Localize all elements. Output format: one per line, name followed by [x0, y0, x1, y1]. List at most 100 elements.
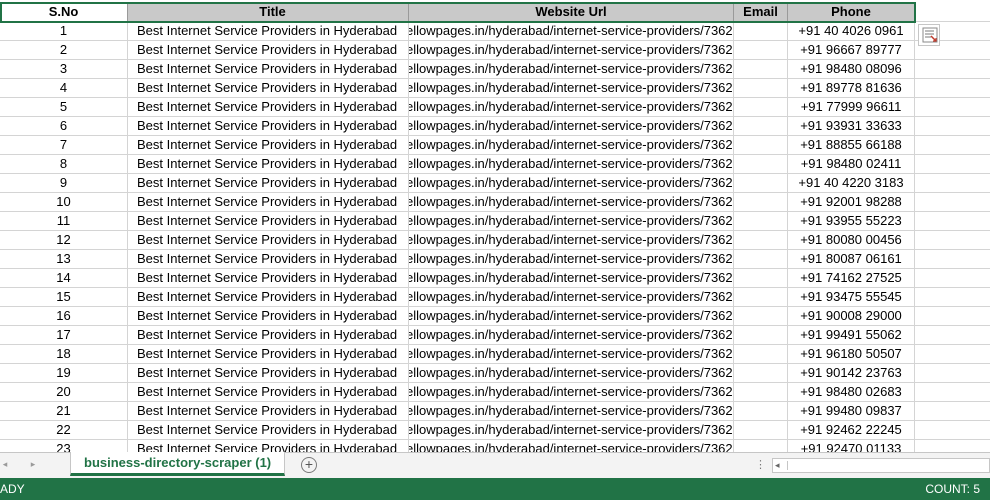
cell-email[interactable]	[734, 288, 788, 307]
cell-email[interactable]	[734, 307, 788, 326]
header-sno[interactable]: S.No	[0, 3, 128, 22]
cell-title[interactable]: Best Internet Service Providers in Hyder…	[128, 79, 409, 98]
cell-empty[interactable]	[915, 421, 990, 440]
table-row[interactable]: 4 Best Internet Service Providers in Hyde…	[0, 79, 990, 98]
table-row[interactable]: 22 Best Internet Service Providers in Hyd…	[0, 421, 990, 440]
cell-phone[interactable]: +91 80087 06161	[788, 250, 915, 269]
cell-email[interactable]	[734, 155, 788, 174]
cell-empty[interactable]	[915, 79, 990, 98]
cell-url[interactable]: ellowpages.in/hyderabad/internet-service…	[409, 269, 734, 288]
cell-email[interactable]	[734, 326, 788, 345]
cell-title[interactable]: Best Internet Service Providers in Hyder…	[128, 98, 409, 117]
scrollbar-thumb[interactable]	[787, 461, 987, 470]
cell-email[interactable]	[734, 174, 788, 193]
cell-phone[interactable]: +91 92470 01133	[788, 440, 915, 452]
table-row[interactable]: 2 Best Internet Service Providers in Hyde…	[0, 41, 990, 60]
cell-title[interactable]: Best Internet Service Providers in Hyder…	[128, 41, 409, 60]
cell-sno[interactable]: 18	[0, 345, 128, 364]
cell-title[interactable]: Best Internet Service Providers in Hyder…	[128, 440, 409, 452]
header-row[interactable]: S.No Title Website Url Email Phone	[0, 3, 990, 22]
table-row[interactable]: 16 Best Internet Service Providers in Hyd…	[0, 307, 990, 326]
table-row[interactable]: 12 Best Internet Service Providers in Hyd…	[0, 231, 990, 250]
cell-email[interactable]	[734, 79, 788, 98]
table-row[interactable]: 10 Best Internet Service Providers in Hyd…	[0, 193, 990, 212]
cell-title[interactable]: Best Internet Service Providers in Hyder…	[128, 136, 409, 155]
cell-empty[interactable]	[915, 383, 990, 402]
cell-sno[interactable]: 20	[0, 383, 128, 402]
cell-sno[interactable]: 7	[0, 136, 128, 155]
table-row[interactable]: 13 Best Internet Service Providers in Hyd…	[0, 250, 990, 269]
cell-email[interactable]	[734, 22, 788, 41]
cell-url[interactable]: ellowpages.in/hyderabad/internet-service…	[409, 22, 734, 41]
cell-url[interactable]: ellowpages.in/hyderabad/internet-service…	[409, 383, 734, 402]
cell-email[interactable]	[734, 269, 788, 288]
cell-email[interactable]	[734, 98, 788, 117]
cell-sno[interactable]: 1	[0, 22, 128, 41]
cell-email[interactable]	[734, 193, 788, 212]
cell-empty[interactable]	[915, 231, 990, 250]
cell-url[interactable]: ellowpages.in/hyderabad/internet-service…	[409, 326, 734, 345]
cell-email[interactable]	[734, 250, 788, 269]
cell-url[interactable]: ellowpages.in/hyderabad/internet-service…	[409, 307, 734, 326]
cell-empty[interactable]	[915, 326, 990, 345]
table-row[interactable]: 3 Best Internet Service Providers in Hyde…	[0, 60, 990, 79]
cell-sno[interactable]: 13	[0, 250, 128, 269]
cell-email[interactable]	[734, 440, 788, 452]
quick-analysis-icon[interactable]	[918, 24, 940, 46]
cell-empty[interactable]	[915, 117, 990, 136]
cell-email[interactable]	[734, 212, 788, 231]
header-url[interactable]: Website Url	[409, 3, 734, 22]
cell-email[interactable]	[734, 383, 788, 402]
cell-title[interactable]: Best Internet Service Providers in Hyder…	[128, 22, 409, 41]
table-row[interactable]: 9 Best Internet Service Providers in Hyde…	[0, 174, 990, 193]
cell-phone[interactable]: +91 90008 29000	[788, 307, 915, 326]
cell-url[interactable]: ellowpages.in/hyderabad/internet-service…	[409, 174, 734, 193]
cell-url[interactable]: ellowpages.in/hyderabad/internet-service…	[409, 117, 734, 136]
cell-empty[interactable]	[915, 212, 990, 231]
cell-email[interactable]	[734, 402, 788, 421]
cell-title[interactable]: Best Internet Service Providers in Hyder…	[128, 402, 409, 421]
cell-empty[interactable]	[915, 402, 990, 421]
cell-title[interactable]: Best Internet Service Providers in Hyder…	[128, 212, 409, 231]
cell-sno[interactable]: 5	[0, 98, 128, 117]
cell-url[interactable]: ellowpages.in/hyderabad/internet-service…	[409, 421, 734, 440]
cell-title[interactable]: Best Internet Service Providers in Hyder…	[128, 231, 409, 250]
cell-email[interactable]	[734, 60, 788, 79]
cell-email[interactable]	[734, 364, 788, 383]
add-sheet-icon[interactable]: +	[301, 457, 317, 473]
cell-url[interactable]: ellowpages.in/hyderabad/internet-service…	[409, 41, 734, 60]
cell-empty[interactable]	[915, 174, 990, 193]
cell-empty[interactable]	[915, 250, 990, 269]
scroll-left-arrow-icon[interactable]: ◂	[775, 460, 780, 471]
cell-sno[interactable]: 6	[0, 117, 128, 136]
cell-title[interactable]: Best Internet Service Providers in Hyder…	[128, 288, 409, 307]
cell-sno[interactable]: 21	[0, 402, 128, 421]
cell-phone[interactable]: +91 93931 33633	[788, 117, 915, 136]
cell-url[interactable]: ellowpages.in/hyderabad/internet-service…	[409, 250, 734, 269]
cell-sno[interactable]: 2	[0, 41, 128, 60]
sheet-tab-business-directory-scraper[interactable]: business-directory-scraper (1)	[70, 452, 286, 476]
table-row[interactable]: 8 Best Internet Service Providers in Hyde…	[0, 155, 990, 174]
table-row[interactable]: 21 Best Internet Service Providers in Hyd…	[0, 402, 990, 421]
cell-sno[interactable]: 3	[0, 60, 128, 79]
cell-title[interactable]: Best Internet Service Providers in Hyder…	[128, 250, 409, 269]
table-row[interactable]: 19 Best Internet Service Providers in Hyd…	[0, 364, 990, 383]
cell-sno[interactable]: 4	[0, 79, 128, 98]
cell-phone[interactable]: +91 98480 08096	[788, 60, 915, 79]
table-row[interactable]: 5 Best Internet Service Providers in Hyde…	[0, 98, 990, 117]
cell-sno[interactable]: 14	[0, 269, 128, 288]
cell-url[interactable]: ellowpages.in/hyderabad/internet-service…	[409, 155, 734, 174]
cell-phone[interactable]: +91 92462 22245	[788, 421, 915, 440]
cell-url[interactable]: ellowpages.in/hyderabad/internet-service…	[409, 345, 734, 364]
header-title[interactable]: Title	[128, 3, 409, 22]
table-row[interactable]: 11 Best Internet Service Providers in Hyd…	[0, 212, 990, 231]
table-row[interactable]: 6 Best Internet Service Providers in Hyde…	[0, 117, 990, 136]
cell-empty[interactable]	[915, 440, 990, 452]
cell-url[interactable]: ellowpages.in/hyderabad/internet-service…	[409, 364, 734, 383]
cell-empty[interactable]	[915, 364, 990, 383]
cell-empty[interactable]	[915, 307, 990, 326]
cell-title[interactable]: Best Internet Service Providers in Hyder…	[128, 269, 409, 288]
spreadsheet-grid[interactable]: S.No Title Website Url Email Phone 1 Best…	[0, 0, 990, 452]
header-empty-cell[interactable]	[915, 3, 990, 22]
cell-url[interactable]: ellowpages.in/hyderabad/internet-service…	[409, 98, 734, 117]
